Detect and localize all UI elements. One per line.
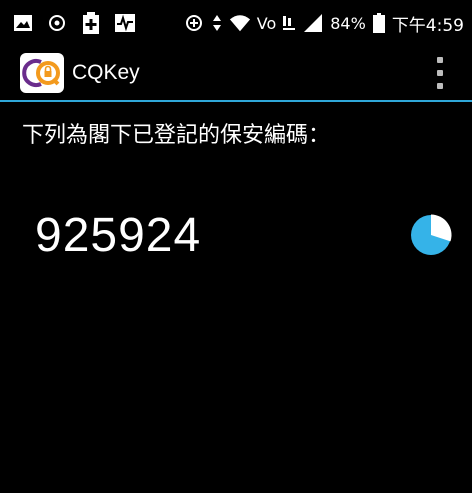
- app-title: CQKey: [72, 61, 140, 84]
- overflow-menu-icon[interactable]: [430, 57, 450, 89]
- signal-icon: [302, 12, 324, 34]
- sync-icon: [183, 12, 205, 34]
- toolbar-divider: [0, 100, 472, 102]
- battery-percent: 84%: [330, 13, 366, 33]
- image-icon: [12, 12, 34, 34]
- app-toolbar: CQKey: [0, 46, 472, 100]
- screen: Vo 84% 下午4:59 CQKey 下列為閣下已登記的保安編碼： 92592…: [0, 0, 472, 493]
- battery-icon: [372, 12, 386, 34]
- status-bar: Vo 84% 下午4:59: [0, 0, 472, 46]
- activity-icon: [114, 12, 136, 34]
- security-code: 925924: [35, 209, 202, 262]
- status-right: Vo 84% 下午4:59: [183, 11, 464, 36]
- volte-label: Vo: [256, 13, 277, 33]
- status-time: 下午4:59: [391, 15, 464, 36]
- volte-icon: [282, 12, 296, 34]
- data-arrows-icon: [211, 12, 223, 34]
- wifi-icon: [229, 12, 251, 34]
- instruction-text: 下列為閣下已登記的保安編碼：: [22, 123, 331, 148]
- settings-circle-icon: [46, 12, 68, 34]
- status-left: [12, 12, 136, 34]
- countdown-timer-icon: [411, 214, 452, 255]
- medical-cross-icon: [80, 12, 102, 34]
- app-logo-icon: [20, 53, 64, 93]
